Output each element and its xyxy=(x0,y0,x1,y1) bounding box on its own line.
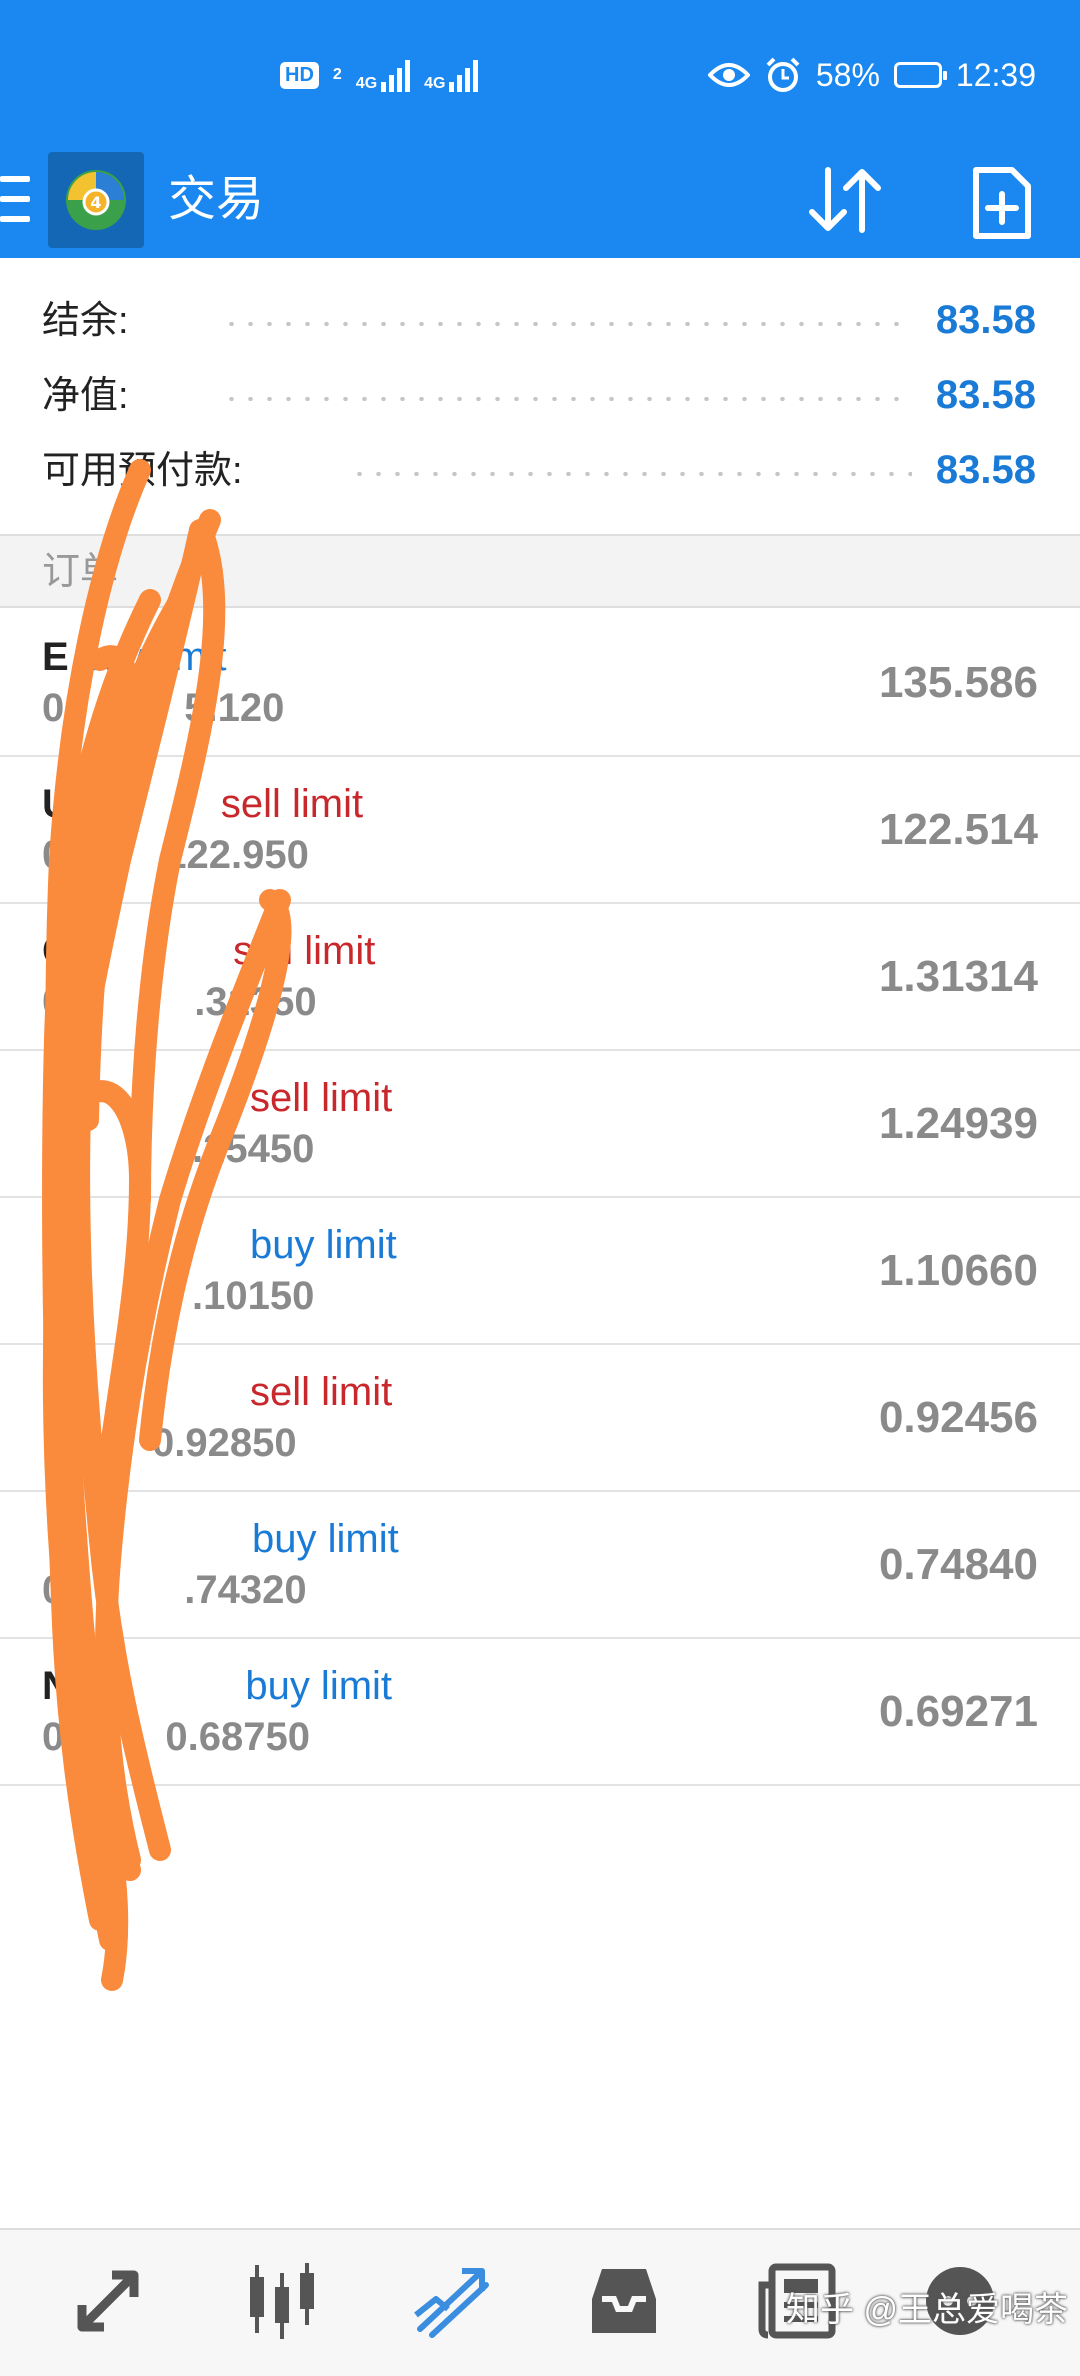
orders-section-header: 订单 xyxy=(0,534,1080,608)
free-margin-row: 可用预付款: 83.58 xyxy=(0,436,1080,506)
equity-value: 83.58 xyxy=(935,373,1036,417)
page-title: 交易 xyxy=(168,173,265,226)
order-type: sell limit xyxy=(250,1370,393,1414)
history-tab[interactable] xyxy=(574,2256,674,2346)
network-type-2: 4G xyxy=(424,75,446,92)
order-row[interactable]: buy limit .10150 1.10660 xyxy=(0,1198,1080,1345)
order-current-price: 1.10660 xyxy=(878,1246,1038,1295)
trade-icon xyxy=(414,2268,489,2338)
order-open-price: .10150 xyxy=(192,1274,315,1318)
order-type: sell limit xyxy=(233,929,376,973)
svg-text:4: 4 xyxy=(90,193,101,212)
order-type: buy limit xyxy=(250,1223,397,1267)
bottom-navigation: 知乎 @王总爱喝茶 xyxy=(0,2228,1080,2376)
battery-percent: 58% xyxy=(815,56,880,93)
order-volume: 0 xyxy=(42,980,65,1024)
order-volume: 0. xyxy=(42,1715,76,1759)
order-current-price: 0.92456 xyxy=(878,1393,1038,1442)
eye-icon xyxy=(707,63,750,87)
trade-tab[interactable] xyxy=(402,2256,502,2346)
order-symbol: NZ xyxy=(42,1664,96,1708)
alarm-icon xyxy=(766,57,800,92)
history-icon xyxy=(592,2269,656,2333)
order-type: sell limit xyxy=(220,782,364,826)
order-type: buy limit xyxy=(245,1664,393,1708)
signal-indicators: HD 2 4G 4G xyxy=(280,50,479,100)
sim-slot-number: 2 xyxy=(332,66,342,83)
order-row[interactable]: sell limit 0.92850 0.92456 xyxy=(0,1345,1080,1492)
order-volume: 0 xyxy=(42,833,65,877)
dot-leader xyxy=(222,322,912,326)
order-current-price: 1.24939 xyxy=(878,1099,1038,1148)
order-current-price: 0.69271 xyxy=(878,1687,1038,1736)
new-order-icon[interactable] xyxy=(970,150,1034,250)
orders-section-title: 订单 xyxy=(42,551,119,593)
watermark: 知乎 @王总爱喝茶 xyxy=(786,2291,1068,2329)
order-open-price: 0.68750 xyxy=(165,1715,310,1759)
order-current-price: 1.31314 xyxy=(878,952,1038,1001)
balance-label: 结余: xyxy=(42,300,129,342)
order-current-price: 0.74840 xyxy=(878,1540,1038,1589)
order-symbol: E xyxy=(42,635,69,679)
clock: 12:39 xyxy=(955,56,1036,93)
quotes-tab[interactable] xyxy=(58,2256,158,2346)
order-row[interactable]: E buy limit 0 5.120 135.586 xyxy=(0,610,1080,757)
order-symbol: U xyxy=(42,782,71,826)
sort-icon[interactable] xyxy=(806,164,884,236)
network-type-1: 4G xyxy=(355,75,378,92)
signal-icon xyxy=(381,58,411,92)
order-current-price: 122.514 xyxy=(878,805,1038,854)
order-open-price: 122.950 xyxy=(164,833,309,877)
chart-icon xyxy=(250,2263,314,2339)
order-open-price: .31350 xyxy=(194,980,317,1024)
order-row[interactable]: sell limit .25450 1.24939 xyxy=(0,1051,1080,1198)
metatrader-logo: 4 xyxy=(48,152,144,248)
chart-tab[interactable] xyxy=(232,2256,332,2346)
order-volume: 0 xyxy=(42,686,65,730)
order-type: sell limit xyxy=(250,1076,393,1120)
signal-icon xyxy=(449,58,479,92)
battery-icon xyxy=(893,62,947,88)
menu-icon[interactable] xyxy=(0,170,30,230)
hd-badge: HD xyxy=(280,61,319,89)
order-type: buy limit xyxy=(79,635,227,679)
order-symbol: G xyxy=(42,929,74,973)
equity-row: 净值: 83.58 xyxy=(0,361,1080,431)
order-row[interactable]: NZ buy limit 0. 0.68750 0.69271 xyxy=(0,1639,1080,1786)
app-bar: 4 交易 xyxy=(0,142,1080,258)
status-bar: HD 2 4G 4G 58% 12:39 xyxy=(0,0,1080,142)
quotes-icon xyxy=(77,2270,139,2332)
dot-leader xyxy=(350,472,912,476)
free-margin-value: 83.58 xyxy=(935,448,1036,492)
balance-value: 83.58 xyxy=(935,298,1036,342)
order-open-price: 0.92850 xyxy=(152,1421,297,1465)
dot-leader xyxy=(222,397,912,401)
balance-row: 结余: 83.58 xyxy=(0,286,1080,356)
order-open-price: .25450 xyxy=(192,1127,315,1171)
equity-label: 净值: xyxy=(42,375,129,417)
order-row[interactable]: Gsell limit 0 .31350 1.31314 xyxy=(0,904,1080,1051)
status-right: 58% 12:39 xyxy=(707,48,1036,102)
order-volume: 0 xyxy=(42,1568,65,1612)
order-row[interactable]: buy limit 0 .74320 0.74840 xyxy=(0,1492,1080,1639)
order-type: buy limit xyxy=(252,1517,399,1561)
free-margin-label: 可用预付款: xyxy=(42,450,243,492)
order-open-price: 5.120 xyxy=(184,686,285,730)
order-open-price: .74320 xyxy=(184,1568,307,1612)
order-current-price: 135.586 xyxy=(878,658,1038,707)
order-row[interactable]: Usell limit 0 122.950 122.514 xyxy=(0,757,1080,904)
